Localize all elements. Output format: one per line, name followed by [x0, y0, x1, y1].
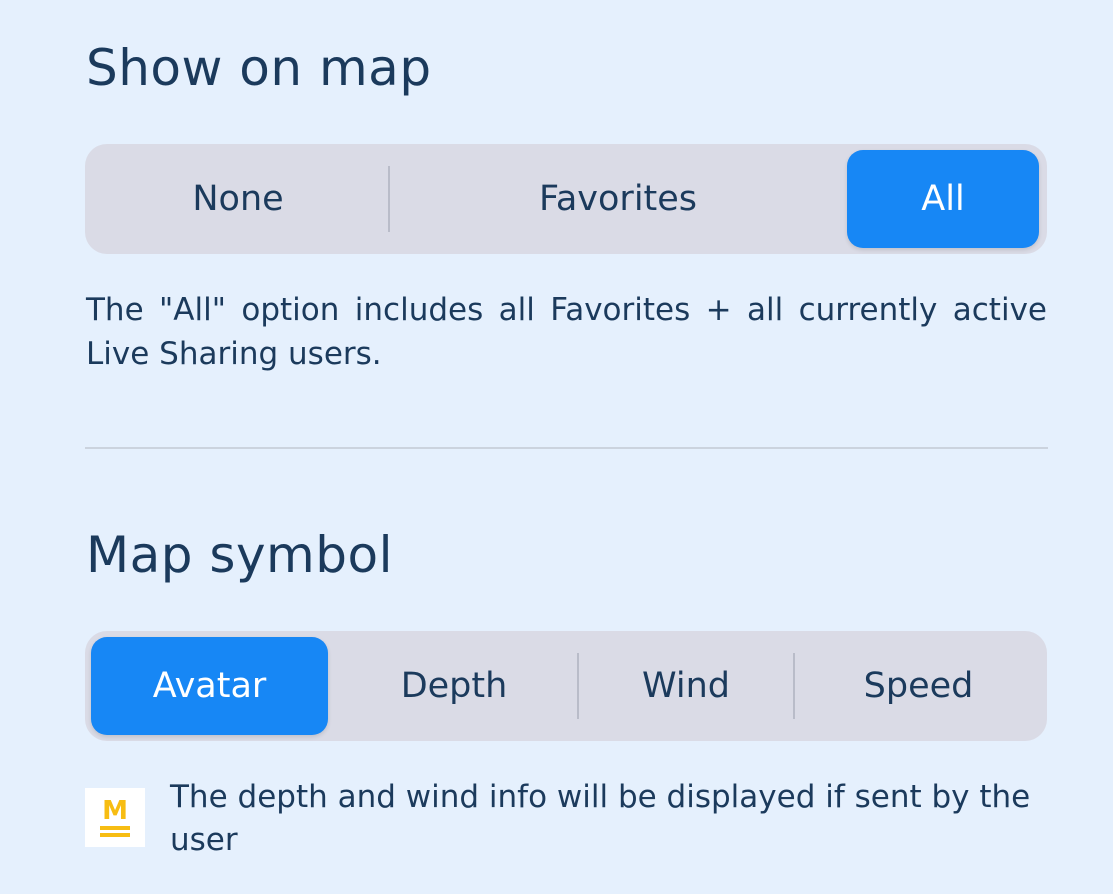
segment-none[interactable]: None — [91, 150, 385, 248]
segment-favorites[interactable]: Favorites — [391, 150, 845, 248]
section-title-show-on-map: Show on map — [86, 39, 432, 97]
segment-divider — [577, 653, 579, 719]
map-symbol-segmented-control: Avatar Depth Wind Speed — [85, 631, 1047, 741]
segment-depth[interactable]: Depth — [331, 637, 577, 735]
segment-all[interactable]: All — [847, 150, 1039, 248]
show-on-map-description: The "All" option includes all Favorites … — [86, 292, 1047, 372]
m-underline-icon: M — [85, 788, 145, 847]
map-symbol-hint: The depth and wind info will be displaye… — [170, 779, 1031, 858]
segment-divider — [793, 653, 795, 719]
section-divider — [85, 447, 1048, 449]
segment-divider — [388, 166, 390, 232]
show-on-map-segmented-control: None Favorites All — [85, 144, 1047, 254]
segment-wind[interactable]: Wind — [580, 637, 792, 735]
segment-avatar[interactable]: Avatar — [91, 637, 328, 735]
segment-speed[interactable]: Speed — [796, 637, 1041, 735]
section-title-map-symbol: Map symbol — [86, 526, 393, 584]
